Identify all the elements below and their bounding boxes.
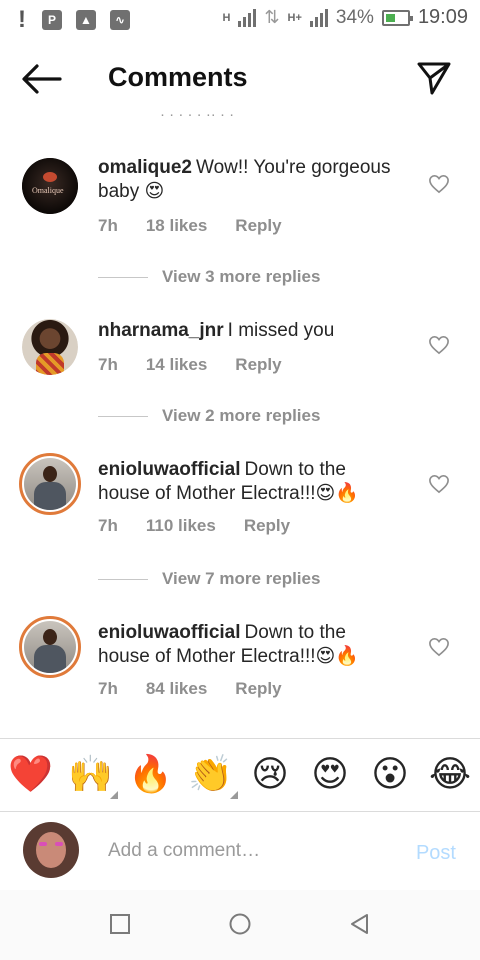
gallery-icon: ▲ [76,10,96,30]
back-button[interactable] [20,62,64,96]
heart-outline-icon[interactable] [428,174,450,194]
raising-hands-emoji-button[interactable]: 🙌 [68,753,118,799]
comment-text: I missed you [227,320,335,341]
reply-button[interactable]: Reply [235,216,281,236]
comment-body: omalique2 Wow!! You're gorgeous baby 😍 [98,156,398,204]
clapping-emoji-button[interactable]: 👏 [188,753,238,799]
avatar-eye [55,842,63,846]
laughing-emoji-button[interactable]: 😂 [428,753,472,797]
status-left-icons: ! P ▲ ∿ [18,6,130,34]
page-title: Comments [108,62,248,92]
back-triangle-icon[interactable] [348,912,372,936]
comment-likes[interactable]: 84 likes [146,679,207,699]
paper-plane-icon [417,62,451,95]
clock: 19:09 [417,6,468,28]
network-type-2: H+ [287,11,302,24]
view-replies-label: View 7 more replies [162,569,321,588]
clipped-previous-text: · · · · · ·· · · [160,106,235,120]
emoji-quick-bar: ❤️ 🙌 🔥 👏 😢 😍 😮 😂 [0,738,480,812]
avatar-logo-text: Omalique [32,186,64,195]
view-more-replies-button[interactable]: View 2 more replies [98,406,320,426]
divider-line [98,415,148,417]
current-user-avatar [23,822,79,878]
status-bar: ! P ▲ ∿ H ⇅ H+ 34% 19:09 [0,0,480,36]
notification-app-icon: P [42,10,62,30]
reply-button[interactable]: Reply [235,679,281,699]
avatar-suit [34,645,66,673]
heart-eyes-emoji-button[interactable]: 😍 [308,753,352,797]
comment-likes[interactable]: 18 likes [146,216,207,236]
comment-likes[interactable]: 14 likes [146,355,207,375]
alert-icon: ! [18,6,26,33]
status-right-icons: H ⇅ H+ 34% 19:09 [222,6,468,29]
fire-emoji-button[interactable]: 🔥 [128,753,173,797]
view-replies-label: View 3 more replies [162,267,321,286]
logo-mark [43,172,57,182]
comment-username[interactable]: enioluwaofficial [98,459,241,480]
signal-icon [238,8,257,27]
network-type-1: H [222,11,231,24]
comment-meta: 7h 110 likes Reply [98,516,318,536]
data-transfer-icon: ⇅ [264,7,280,27]
post-button[interactable]: Post [416,842,456,865]
avatar[interactable] [22,319,78,375]
comment-meta: 7h 18 likes Reply [98,216,310,236]
heart-outline-icon[interactable] [428,474,450,494]
avatar[interactable]: Omalique [22,158,78,214]
raising-hands-emoji: 🙌 [68,754,113,795]
direct-message-button[interactable] [416,60,452,96]
comment-username[interactable]: nharnama_jnr [98,320,224,341]
comment-time: 7h [98,679,118,698]
avatar-clothing [36,353,64,375]
clapping-emoji: 👏 [188,754,233,795]
avatar-with-story-ring[interactable] [19,616,81,678]
comment-likes[interactable]: 110 likes [146,516,216,536]
comment-time: 7h [98,216,118,235]
variant-indicator [230,791,238,799]
comment-username[interactable]: omalique2 [98,157,192,178]
heart-outline-icon[interactable] [428,335,450,355]
avatar-eye [39,842,47,846]
back-arrow-icon [22,64,62,94]
battery-icon [381,9,413,26]
recent-apps-icon[interactable] [108,912,132,936]
avatar-head [43,629,57,645]
comment-body: enioluwaofficial Down to the house of Mot… [98,458,398,506]
surprised-emoji-button[interactable]: 😮 [368,753,412,797]
comment-time: 7h [98,355,118,374]
comment-username[interactable]: enioluwaofficial [98,622,241,643]
home-icon[interactable] [228,912,252,936]
comment-time: 7h [98,516,118,535]
comment-body: enioluwaofficial Down to the house of Mot… [98,621,398,669]
view-more-replies-button[interactable]: View 7 more replies [98,569,320,589]
divider-line [98,276,148,278]
battery-percent: 34% [335,6,374,28]
comment-input[interactable] [108,836,388,866]
view-more-replies-button[interactable]: View 3 more replies [98,267,320,287]
comment-body: nharnama_jnr I missed you [98,319,398,343]
system-nav-bar [0,890,480,960]
signal-icon-2 [309,8,328,27]
heart-emoji-button[interactable]: ❤️ [8,753,53,797]
avatar-with-story-ring[interactable] [19,453,81,515]
reply-button[interactable]: Reply [235,355,281,375]
comment-meta: 7h 14 likes Reply [98,355,310,375]
divider-line [98,578,148,580]
comment-meta: 7h 84 likes Reply [98,679,310,699]
view-replies-label: View 2 more replies [162,406,321,425]
avatar-face [36,832,66,868]
avatar-head [43,466,57,482]
activity-icon: ∿ [110,10,130,30]
avatar-suit [34,482,66,510]
variant-indicator [110,791,118,799]
reply-button[interactable]: Reply [244,516,290,536]
heart-outline-icon[interactable] [428,637,450,657]
crying-emoji-button[interactable]: 😢 [248,753,292,797]
comment-composer: Post [0,812,480,890]
